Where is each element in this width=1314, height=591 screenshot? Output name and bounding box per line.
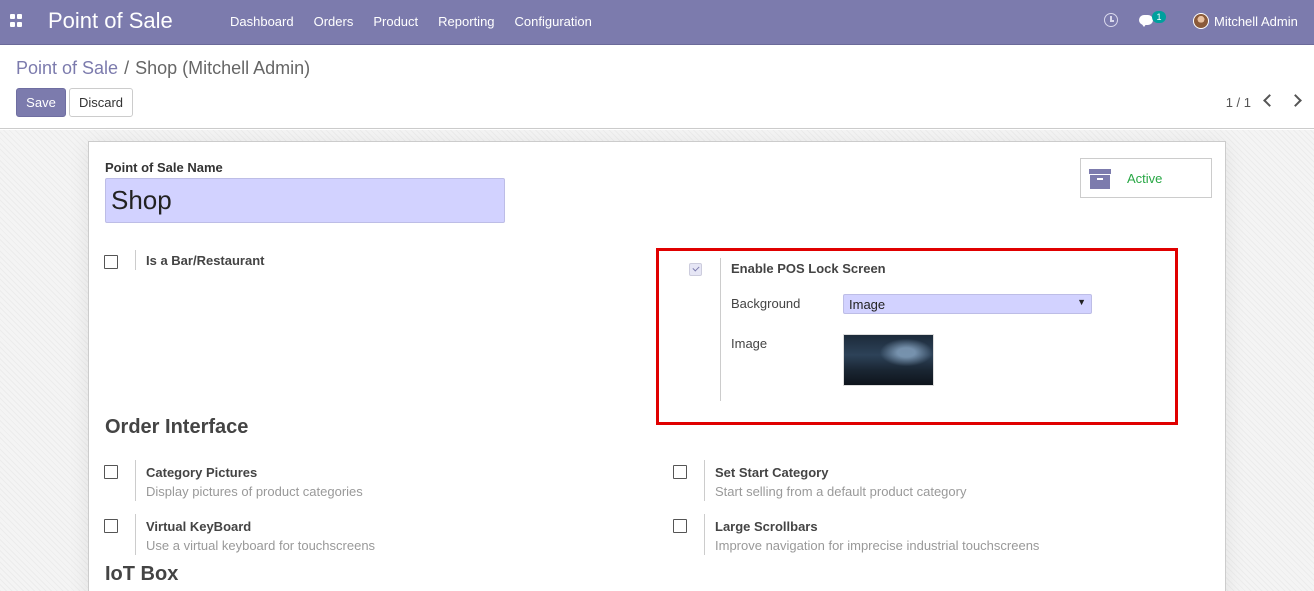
option-divider xyxy=(135,460,136,501)
form-view-background: Point of Sale Name Active Is a Bar/Resta… xyxy=(0,130,1314,591)
option-divider xyxy=(135,250,136,270)
messages-count-badge: 1 xyxy=(1152,11,1166,23)
lock-screen-title: Enable POS Lock Screen xyxy=(731,261,886,276)
control-panel: Point of Sale / Shop (Mitchell Admin) Save… xyxy=(0,46,1314,129)
virtual-keyboard-checkbox[interactable] xyxy=(104,519,118,533)
form-sheet: Point of Sale Name Active Is a Bar/Resta… xyxy=(88,141,1226,591)
main-menu: Dashboard Orders Product Reporting Confi… xyxy=(230,14,612,29)
menu-configuration[interactable]: Configuration xyxy=(515,14,592,29)
app-title[interactable]: Point of Sale xyxy=(48,8,173,34)
start-category-desc: Start selling from a default product cat… xyxy=(715,484,967,499)
large-scrollbars-desc: Improve navigation for imprecise industr… xyxy=(715,538,1040,553)
breadcrumb-parent-link[interactable]: Point of Sale xyxy=(16,58,118,78)
activity-clock-icon[interactable] xyxy=(1104,13,1118,27)
pager-value: 1 / 1 xyxy=(1225,95,1251,110)
category-pictures-checkbox[interactable] xyxy=(104,465,118,479)
background-select-value: Image xyxy=(849,297,886,312)
breadcrumb-separator: / xyxy=(124,58,130,78)
start-category-label: Set Start Category xyxy=(715,465,829,480)
option-divider xyxy=(135,514,136,555)
virtual-keyboard-label: Virtual KeyBoard xyxy=(146,519,252,534)
start-category-checkbox[interactable] xyxy=(673,465,687,479)
save-button[interactable]: Save xyxy=(16,88,66,117)
image-field-label: Image xyxy=(731,336,768,351)
option-divider xyxy=(704,514,705,555)
breadcrumb: Point of Sale / Shop (Mitchell Admin) xyxy=(16,58,310,79)
large-scrollbars-checkbox[interactable] xyxy=(673,519,687,533)
menu-reporting[interactable]: Reporting xyxy=(438,14,494,29)
background-field-label: Background xyxy=(731,296,801,311)
discard-button[interactable]: Discard xyxy=(69,88,133,117)
user-menu-name[interactable]: Mitchell Admin xyxy=(1214,14,1298,29)
large-scrollbars-label: Large Scrollbars xyxy=(715,519,818,534)
bar-restaurant-checkbox[interactable] xyxy=(104,255,118,269)
background-select[interactable]: Image ▼ xyxy=(843,294,1092,314)
user-avatar[interactable] xyxy=(1193,13,1209,29)
pos-name-input[interactable] xyxy=(105,178,505,223)
category-pictures-desc: Display pictures of product categories xyxy=(146,484,363,499)
option-divider xyxy=(720,258,721,401)
lock-screen-image-thumbnail[interactable] xyxy=(843,334,934,386)
menu-product[interactable]: Product xyxy=(373,14,418,29)
pager-previous-icon[interactable] xyxy=(1263,94,1276,107)
order-interface-heading: Order Interface xyxy=(105,416,249,438)
active-toggle-button[interactable]: Active xyxy=(1080,158,1212,198)
pos-name-label: Point of Sale Name xyxy=(105,160,223,175)
messages-chat-icon[interactable] xyxy=(1139,15,1153,27)
dropdown-arrow-icon: ▼ xyxy=(1077,297,1086,307)
category-pictures-label: Category Pictures xyxy=(146,465,258,480)
pager-next-icon[interactable] xyxy=(1289,94,1302,107)
active-status-label: Active xyxy=(1127,171,1163,186)
apps-menu-icon[interactable] xyxy=(10,14,24,28)
option-divider xyxy=(704,460,705,501)
menu-dashboard[interactable]: Dashboard xyxy=(230,14,294,29)
top-navbar: Point of Sale Dashboard Orders Product R… xyxy=(0,0,1314,45)
archive-icon xyxy=(1089,169,1111,189)
lock-screen-checkbox[interactable] xyxy=(689,263,702,276)
breadcrumb-current: Shop (Mitchell Admin) xyxy=(135,58,311,78)
virtual-keyboard-desc: Use a virtual keyboard for touchscreens xyxy=(146,538,376,553)
bar-restaurant-label: Is a Bar/Restaurant xyxy=(146,253,265,268)
iot-box-heading: IoT Box xyxy=(105,563,179,585)
menu-orders[interactable]: Orders xyxy=(314,14,354,29)
